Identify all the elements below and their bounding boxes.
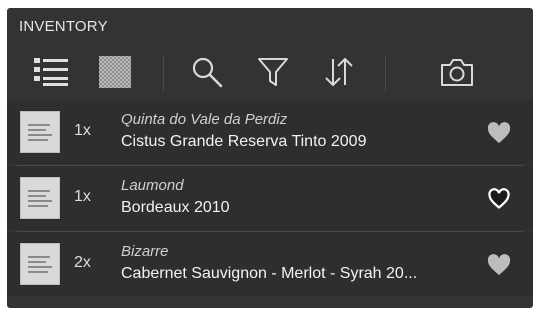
quantity: 1x [74, 122, 91, 139]
favorite-heart-icon[interactable] [487, 254, 511, 276]
favorite-heart-icon[interactable] [487, 188, 511, 210]
inventory-panel: INVENTORY 1x Quinta do Vale da Perdiz Ci… [7, 8, 533, 308]
quantity: 1x [74, 188, 91, 205]
search-icon [192, 57, 223, 88]
inventory-title: INVENTORY [19, 18, 108, 35]
favorite-heart-icon[interactable] [487, 122, 511, 144]
camera-icon [441, 59, 473, 86]
list-item[interactable]: 1x Laumond Bordeaux 2010 [7, 166, 533, 230]
camera-button[interactable] [435, 46, 479, 98]
toolbar [7, 46, 533, 98]
producer-name: Bizarre [121, 243, 169, 260]
list-item[interactable]: 1x Quinta do Vale da Perdiz Cistus Grand… [7, 100, 533, 164]
wine-name: Cistus Grande Reserva Tinto 2009 [121, 133, 367, 150]
list-view-button[interactable] [29, 46, 73, 98]
wine-label-thumbnail [20, 177, 60, 219]
wine-name: Cabernet Sauvignon - Merlot - Syrah 20..… [121, 265, 418, 282]
toolbar-separator [163, 56, 164, 92]
wine-name: Bordeaux 2010 [121, 199, 230, 216]
quantity: 2x [74, 254, 91, 271]
filter-icon [258, 58, 288, 86]
grid-view-icon [99, 56, 131, 88]
list-view-icon [34, 58, 68, 86]
grid-view-button[interactable] [93, 46, 137, 98]
wine-label-thumbnail [20, 243, 60, 285]
wine-label-thumbnail [20, 111, 60, 153]
sort-icon [325, 57, 353, 87]
toolbar-separator [385, 56, 386, 92]
filter-button[interactable] [251, 46, 295, 98]
producer-name: Quinta do Vale da Perdiz [121, 111, 288, 128]
sort-button[interactable] [317, 46, 361, 98]
search-button[interactable] [185, 46, 229, 98]
list-item[interactable]: 2x Bizarre Cabernet Sauvignon - Merlot -… [7, 232, 533, 296]
producer-name: Laumond [121, 177, 184, 194]
